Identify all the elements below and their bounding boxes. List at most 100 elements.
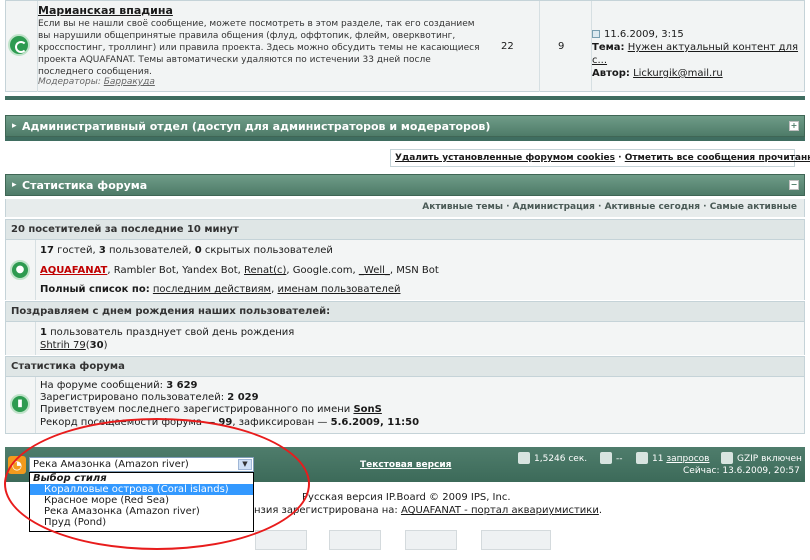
server-icon	[600, 452, 612, 464]
last-author-link[interactable]: Lickurgik@mail.ru	[633, 68, 723, 79]
style-select[interactable]: Река Амазонка (Amazon river) ▼	[29, 457, 254, 472]
style-dropdown: Выбор стиля Коралловые острова (Coral is…	[29, 472, 254, 532]
registered-stat: Зарегистрировано пользователей: 2 029	[40, 392, 259, 403]
guests-label: гостей,	[53, 245, 99, 256]
last-post-icon[interactable]	[592, 30, 600, 38]
online-user-renat[interactable]: Renat(c)	[244, 265, 286, 276]
newest-label: Приветствуем последнего зарегистрированн…	[40, 404, 354, 415]
board-stats-header: Статистика форума	[5, 356, 805, 377]
topics-count: 22	[501, 41, 514, 52]
record-label: Рекорд посещаемости форума —	[40, 417, 219, 428]
style-option-pond[interactable]: Пруд (Pond)	[30, 517, 253, 528]
style-option-amazon[interactable]: Река Амазонка (Amazon river)	[30, 506, 253, 517]
newest-member: Приветствуем последнего зарегистрированн…	[40, 404, 382, 415]
online-user-well[interactable]: _Well_	[359, 265, 390, 276]
visitors-icon-cell: ●	[6, 240, 36, 300]
load-value: --	[616, 454, 623, 464]
style-group-label: Выбор стиля	[33, 473, 107, 484]
database-icon	[636, 452, 648, 464]
record-date: 5.6.2009, 11:50	[330, 417, 420, 428]
online-user-aquafanat[interactable]: AQUAFANAT	[40, 265, 107, 276]
forum-status-icon	[8, 34, 30, 56]
forum-description: Если вы не нашли своё сообщение, можете …	[38, 19, 480, 77]
board-stats-body: ▮ На форуме сообщений: 3 629 Зарегистрир…	[5, 377, 805, 434]
chevron-down-icon[interactable]: ▼	[238, 459, 252, 470]
stats-header[interactable]: ▸ Статистика форума −	[5, 174, 805, 196]
expand-plus-icon[interactable]: +	[789, 121, 799, 131]
last-post-date: 11.6.2009, 3:15	[604, 29, 684, 40]
counter-badges	[255, 530, 555, 552]
queries-link[interactable]: запросов	[666, 454, 709, 464]
exec-time-value: 1,5246 сек.	[534, 454, 588, 464]
cookies-bar: Удалить установленные форумом cookies · …	[390, 149, 810, 167]
posts-stat: На форуме сообщений: 3 629	[40, 380, 198, 391]
stats-nav[interactable]: Активные темы · Администрация · Активные…	[5, 199, 805, 217]
birthday-header: Поздравляем с днем рождения наших пользо…	[5, 301, 805, 322]
expand-arrow-icon: ▸	[12, 180, 17, 190]
full-list-label: Полный список по:	[40, 284, 150, 295]
registered-count: 2 029	[227, 392, 259, 403]
admin-category-footer	[5, 137, 805, 141]
license: нзия зарегистрирована на: AQUAFANAT - по…	[254, 505, 602, 516]
online-bots-2: , Google.com,	[286, 265, 359, 276]
birthday-count: 1	[40, 327, 47, 338]
gzip-value: GZIP включен	[737, 454, 802, 464]
moderator-link[interactable]: Барракуда	[104, 77, 155, 87]
last-topic-label: Тема:	[592, 42, 625, 53]
replies-cell	[540, 1, 592, 92]
expand-arrow-icon: ▸	[12, 121, 17, 131]
replies-count: 9	[558, 41, 565, 52]
admin-category-header[interactable]: ▸ Административный отдел (доступ для адм…	[5, 115, 805, 137]
gzip-status: GZIP включен	[721, 452, 802, 464]
record-stat: Рекорд посещаемости форума — 99, зафикси…	[40, 417, 419, 428]
delete-cookies-link[interactable]: Удалить установленные форумом cookies	[395, 153, 615, 163]
counter-badge[interactable]	[405, 530, 457, 550]
registered-label: Зарегистрировано пользователей:	[40, 392, 228, 403]
admin-category-title[interactable]: Административный отдел (доступ для админ…	[22, 120, 490, 133]
rss-icon[interactable]: ◔	[8, 456, 26, 474]
counter-badge[interactable]	[481, 530, 551, 550]
style-option-redsea[interactable]: Красное море (Red Sea)	[30, 495, 253, 506]
counter-badge[interactable]	[329, 530, 381, 550]
text-version-link[interactable]: Текстовая версия	[360, 460, 451, 470]
last-post-info: 11.6.2009, 3:15 Тема: Нужен актуальный к…	[592, 28, 810, 80]
mark-all-read-link[interactable]: Отметить все сообщения прочитанными	[625, 153, 810, 163]
collapse-minus-icon[interactable]: −	[789, 180, 799, 190]
visitors-header: 20 посетителей за последние 10 минут	[5, 219, 805, 240]
posts-label: На форуме сообщений:	[40, 380, 167, 391]
birthday-icon-cell	[6, 322, 36, 355]
hidden-label: скрытых пользователей	[201, 245, 333, 256]
gzip-icon	[721, 452, 733, 464]
hidden-count: 0	[194, 245, 202, 256]
online-list: AQUAFANAT, Rambler Bot, Yandex Bot, Rena…	[40, 265, 439, 276]
queries-count: 11	[652, 454, 667, 464]
by-name-link[interactable]: именам пользователей	[277, 284, 400, 295]
style-option-coral[interactable]: Коралловые острова (Coral islands)	[30, 484, 253, 495]
license-period: .	[598, 505, 603, 516]
forum-title-link[interactable]: Марианская впадина	[38, 4, 173, 17]
birthday-user-link[interactable]: Shtrih 79	[40, 340, 86, 351]
by-activity-link[interactable]: последним действиям	[153, 284, 271, 295]
clock-icon	[518, 452, 530, 464]
stats-title: Статистика форума	[22, 179, 148, 192]
board-stats-icon-cell: ▮	[6, 377, 36, 433]
counter-badge[interactable]	[255, 530, 307, 550]
forum-moderators: Модераторы: Барракуда	[38, 77, 155, 87]
guests-count: 17	[40, 245, 54, 256]
birthday-text: 1 пользователь празднует свой день рожде…	[40, 327, 294, 338]
visitors-body: ● 17 гостей, 3 пользователей, 0 скрытых …	[5, 240, 805, 300]
style-select-value: Река Амазонка (Amazon river)	[33, 459, 189, 470]
users-icon: ●	[10, 260, 30, 280]
birthday-age-close: )	[103, 340, 108, 351]
birthday-age: 30	[89, 340, 104, 351]
full-list: Полный список по: последним действиям, и…	[40, 284, 400, 295]
portal-link[interactable]: AQUAFANAT - портал аквариумистики	[401, 505, 599, 516]
users-count: 3	[98, 245, 106, 256]
birthday-users: Shtrih 79(30)	[40, 340, 107, 351]
copyright: Русская версия IP.Board © 2009 IPS, Inc.	[302, 492, 511, 503]
license-text: нзия зарегистрирована на:	[254, 505, 401, 516]
users-label: пользователей,	[105, 245, 195, 256]
last-author-label: Автор:	[592, 68, 630, 79]
birthday-label: пользователь празднует свой день рождени…	[46, 327, 295, 338]
newest-member-link[interactable]: SonS	[353, 404, 381, 415]
